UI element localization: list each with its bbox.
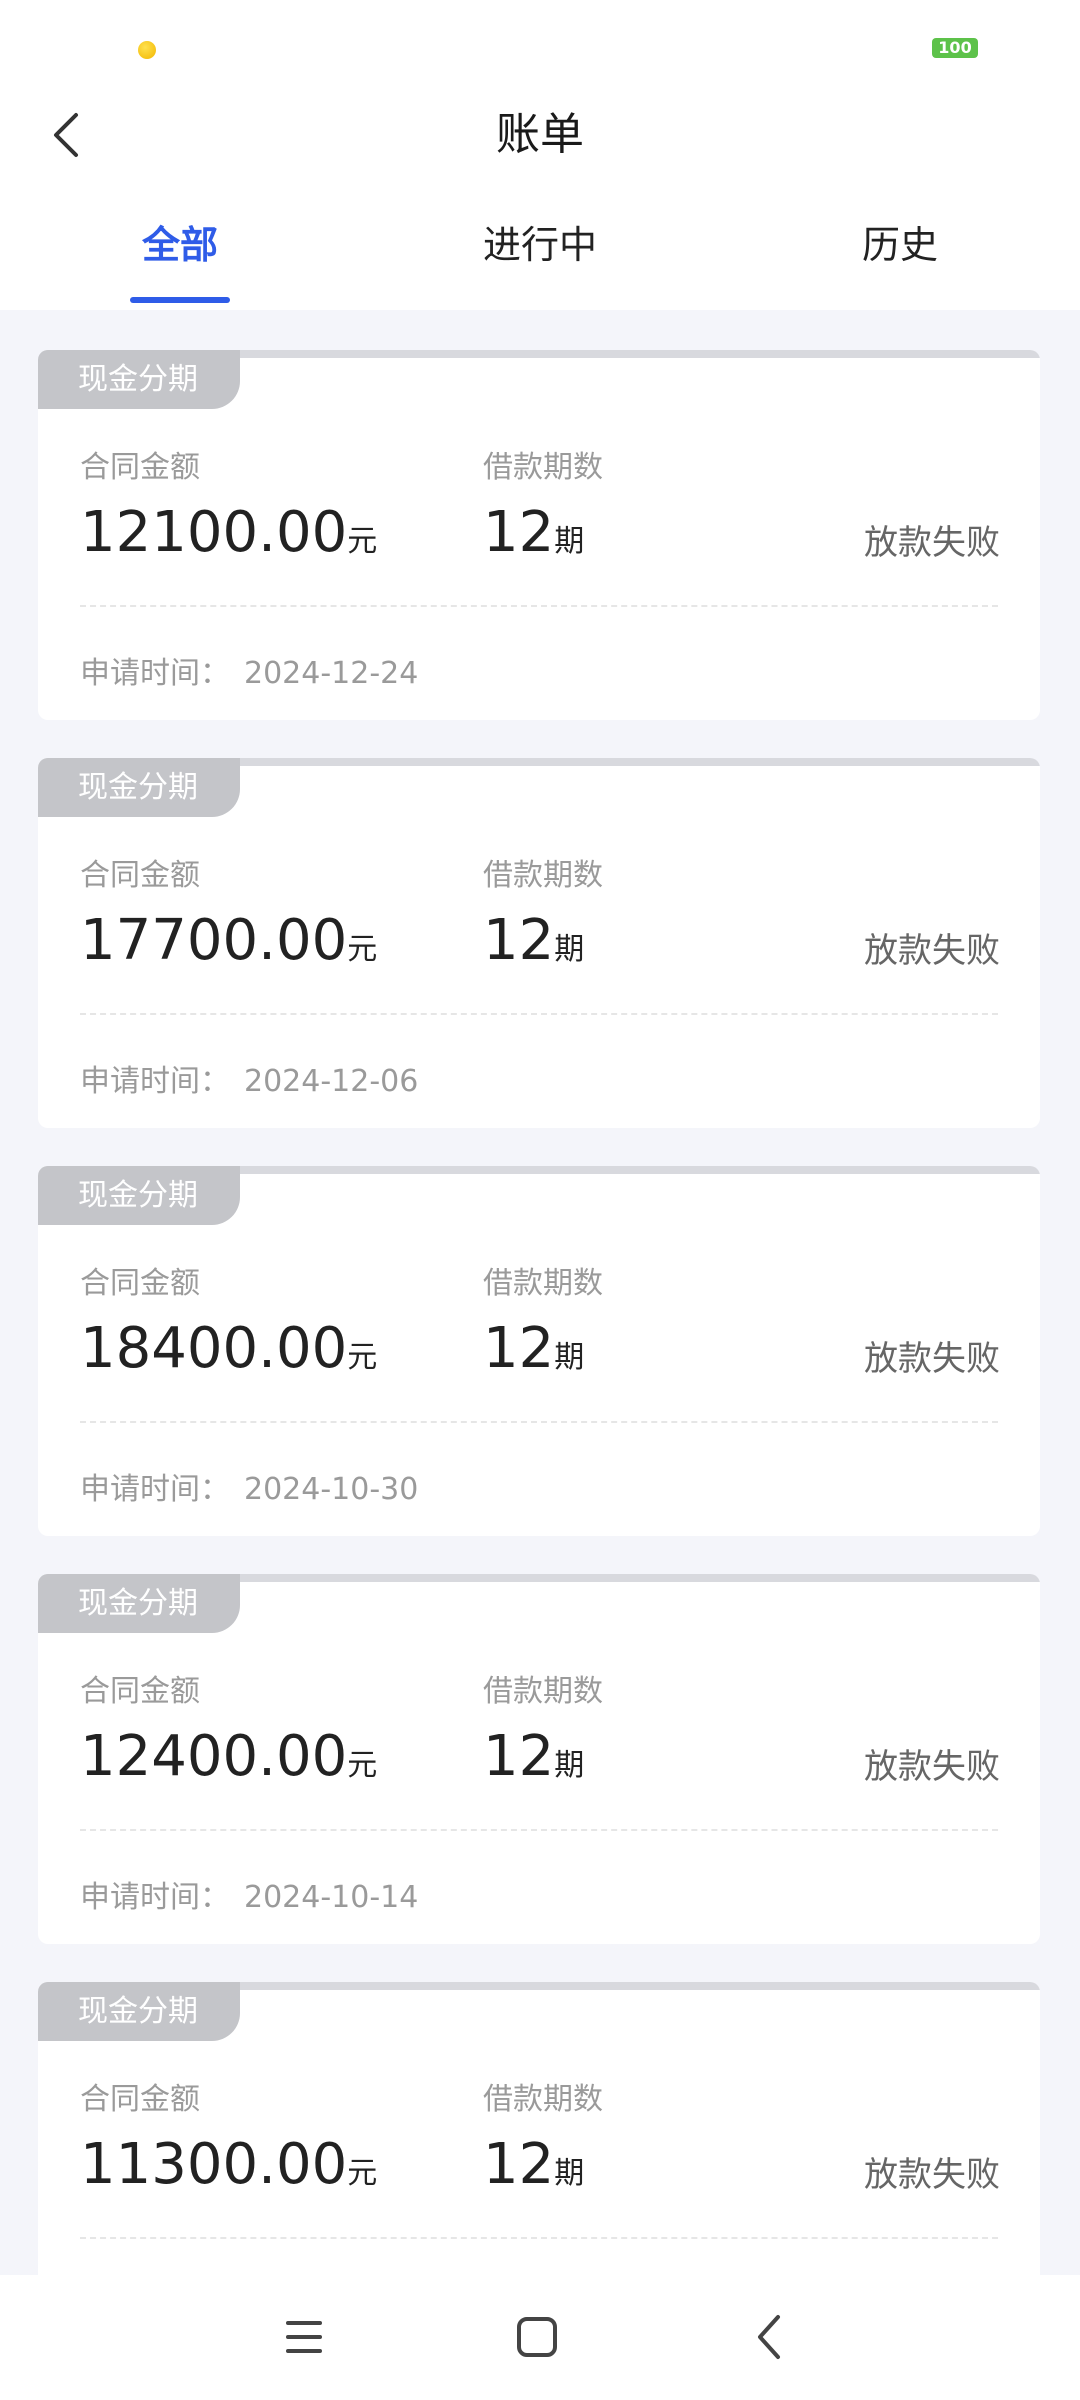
home-square-icon	[517, 2317, 557, 2357]
loan-term: 12期	[483, 1724, 584, 1789]
apply-date-row: 申请时间： 2024-10-14	[80, 1872, 418, 1916]
bill-card[interactable]: 现金分期 合同金额 借款期数 18400.00元 12期 放款失败 申请时间： 2…	[38, 1166, 1040, 1536]
term-unit: 期	[554, 2156, 585, 2191]
back-triangle-icon	[758, 2315, 780, 2359]
amount-unit: 元	[347, 932, 378, 967]
apply-date: 2024-12-24	[244, 656, 419, 691]
term-label: 借款期数	[483, 1266, 603, 1301]
tab-active-indicator	[130, 297, 230, 303]
bill-card[interactable]: 现金分期 合同金额 借款期数 12400.00元 12期 放款失败 申请时间： 2…	[38, 1574, 1040, 1944]
term-label: 借款期数	[483, 858, 603, 893]
amount-value: 11300.00	[80, 2132, 348, 2197]
date-label: 申请时间：	[80, 1880, 230, 1915]
term-unit: 期	[554, 524, 585, 559]
status-bar: 100	[0, 0, 1080, 95]
bill-list[interactable]: 现金分期 合同金额 借款期数 12100.00元 12期 放款失败 申请时间： 2…	[0, 310, 1080, 2275]
amount-value: 17700.00	[80, 908, 348, 973]
bill-status: 放款失败	[864, 1339, 1000, 1379]
system-navigation-bar	[0, 2275, 1080, 2400]
term-label: 借款期数	[483, 2082, 603, 2117]
contract-amount: 12400.00元	[80, 1724, 377, 1789]
amount-unit: 元	[347, 1340, 378, 1375]
divider	[80, 1013, 998, 1015]
page-title: 账单	[496, 109, 584, 160]
contract-amount: 11300.00元	[80, 2132, 377, 2197]
amount-value: 12400.00	[80, 1724, 348, 1789]
nav-bar: 账单	[0, 95, 1080, 175]
apply-date-row: 申请时间： 2024-10-30	[80, 1464, 418, 1508]
date-label: 申请时间：	[80, 656, 230, 691]
term-value: 12	[483, 500, 555, 565]
bill-status: 放款失败	[864, 931, 1000, 971]
product-badge: 现金分期	[38, 350, 240, 409]
amount-label: 合同金额	[80, 858, 200, 893]
top-area: 100 账单 全部 进行中 历史	[0, 0, 1080, 310]
apply-date: 2024-12-06	[244, 1064, 419, 1099]
apply-date-row: 申请时间： 2024-12-06	[80, 1056, 418, 1100]
term-label: 借款期数	[483, 450, 603, 485]
battery-indicator: 100	[932, 38, 978, 58]
tab-history[interactable]: 历史	[800, 200, 1000, 310]
loan-term: 12期	[483, 2132, 584, 2197]
system-back-button[interactable]	[730, 2297, 810, 2377]
term-label: 借款期数	[483, 1674, 603, 1709]
contract-amount: 17700.00元	[80, 908, 377, 973]
apply-date-row: 申请时间： 2024-12-24	[80, 648, 418, 692]
product-badge: 现金分期	[38, 1982, 240, 2041]
tab-bar: 全部 进行中 历史	[0, 200, 1080, 310]
loan-term: 12期	[483, 908, 584, 973]
amount-label: 合同金额	[80, 450, 200, 485]
term-value: 12	[483, 1316, 555, 1381]
loan-term: 12期	[483, 1316, 584, 1381]
amount-label: 合同金额	[80, 1674, 200, 1709]
term-value: 12	[483, 1724, 555, 1789]
amount-label: 合同金额	[80, 1266, 200, 1301]
apply-date: 2024-10-30	[244, 1472, 419, 1507]
term-unit: 期	[554, 1340, 585, 1375]
chevron-left-icon	[54, 113, 78, 157]
term-unit: 期	[554, 1748, 585, 1783]
amount-unit: 元	[347, 1748, 378, 1783]
amount-unit: 元	[347, 524, 378, 559]
divider	[80, 1829, 998, 1831]
bill-card[interactable]: 现金分期 合同金额 借款期数 17700.00元 12期 放款失败 申请时间： 2…	[38, 758, 1040, 1128]
tab-in-progress[interactable]: 进行中	[440, 200, 640, 310]
bill-status: 放款失败	[864, 2155, 1000, 2195]
bill-card[interactable]: 现金分期 合同金额 借款期数 11300.00元 12期 放款失败	[38, 1982, 1040, 2275]
contract-amount: 12100.00元	[80, 500, 377, 565]
product-badge: 现金分期	[38, 1574, 240, 1633]
term-unit: 期	[554, 932, 585, 967]
divider	[80, 2237, 998, 2239]
date-label: 申请时间：	[80, 1064, 230, 1099]
contract-amount: 18400.00元	[80, 1316, 377, 1381]
back-button[interactable]	[40, 105, 100, 165]
bill-card[interactable]: 现金分期 合同金额 借款期数 12100.00元 12期 放款失败 申请时间： 2…	[38, 350, 1040, 720]
amount-unit: 元	[347, 2156, 378, 2191]
amount-value: 12100.00	[80, 500, 348, 565]
home-button[interactable]	[497, 2297, 577, 2377]
menu-icon	[286, 2321, 322, 2353]
product-badge: 现金分期	[38, 1166, 240, 1225]
loan-term: 12期	[483, 500, 584, 565]
term-value: 12	[483, 2132, 555, 2197]
menu-button[interactable]	[264, 2297, 344, 2377]
product-badge: 现金分期	[38, 758, 240, 817]
amount-label: 合同金额	[80, 2082, 200, 2117]
divider	[80, 605, 998, 607]
date-label: 申请时间：	[80, 1472, 230, 1507]
term-value: 12	[483, 908, 555, 973]
bill-status: 放款失败	[864, 1747, 1000, 1787]
tab-all[interactable]: 全部	[80, 200, 280, 310]
notification-dot-icon	[138, 41, 156, 59]
bill-status: 放款失败	[864, 523, 1000, 563]
divider	[80, 1421, 998, 1423]
amount-value: 18400.00	[80, 1316, 348, 1381]
apply-date: 2024-10-14	[244, 1880, 419, 1915]
